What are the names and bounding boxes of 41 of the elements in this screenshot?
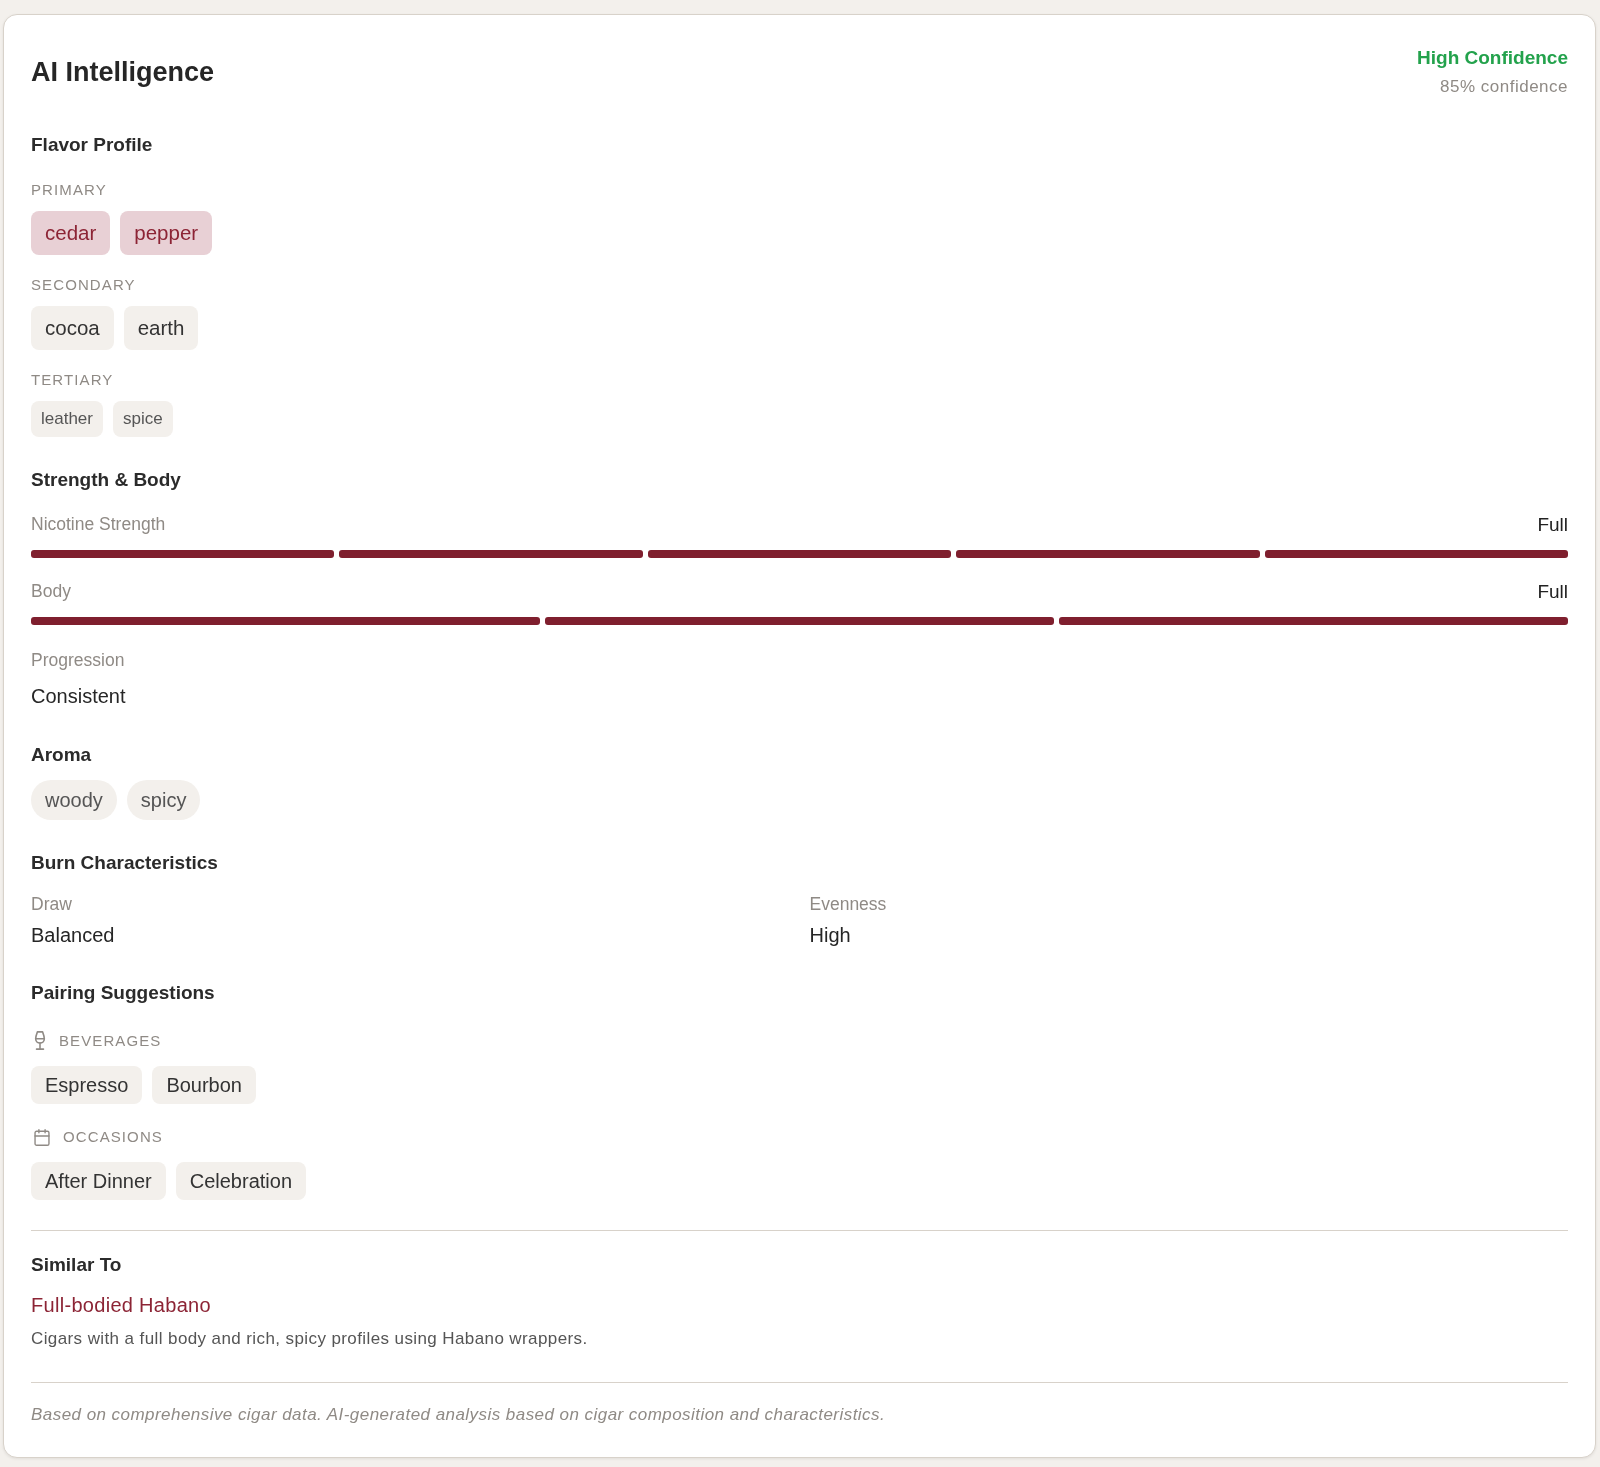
- aroma-tag: spicy: [126, 780, 201, 820]
- similar-style-name: Full-bodied Habano: [31, 1294, 212, 1317]
- meter-reading: Full: [1537, 514, 1568, 535]
- flavor-tag: leather: [31, 401, 103, 437]
- pairing-tag: After Dinner: [31, 1162, 166, 1200]
- confidence-label: High Confidence: [1417, 46, 1568, 69]
- pairing-tag: Celebration: [175, 1162, 306, 1200]
- similar-description: Cigars with a full body and rich, spicy profiles using Habano wrappers.: [31, 1328, 589, 1349]
- field-value: High: [809, 923, 851, 947]
- field-label: Progression: [31, 650, 126, 671]
- section-title: Similar To: [31, 1253, 123, 1276]
- tier-label: TERTIARY: [31, 371, 115, 389]
- footnote: Based on comprehensive cigar data. AI-generated analysis based on cigar composition and characteristics.: [31, 1404, 887, 1425]
- section-title: Strength & Body: [31, 468, 182, 491]
- field-label: Draw: [31, 894, 72, 915]
- tier-label: PRIMARY: [31, 181, 108, 199]
- confidence-score: 85% confidence: [1440, 76, 1568, 98]
- section-title: Flavor Profile: [31, 133, 154, 156]
- group-label: BEVERAGES: [59, 1031, 162, 1050]
- section-title: Burn Characteristics: [31, 851, 219, 874]
- section-title: Aroma: [31, 743, 93, 766]
- meter-label: Nicotine Strength: [31, 514, 166, 535]
- field-label: Evenness: [809, 894, 887, 915]
- aroma-tag: woody: [31, 780, 117, 820]
- group-label: OCCASIONS: [63, 1128, 163, 1146]
- flavor-tag: earth: [123, 306, 199, 350]
- flavor-tag: cocoa: [31, 306, 114, 350]
- flavor-tag: cedar: [31, 211, 111, 255]
- calendar-icon: [34, 1128, 50, 1146]
- field-value: Balanced: [31, 923, 115, 947]
- flavor-tag: spice: [113, 401, 173, 437]
- meter-reading: Full: [1537, 581, 1568, 602]
- pairing-tag: Espresso: [31, 1066, 143, 1104]
- section-title: Pairing Suggestions: [31, 981, 216, 1004]
- card-title: AI Intelligence: [31, 56, 215, 88]
- wine-glass-icon: [34, 1031, 46, 1050]
- pairing-tag: Bourbon: [152, 1066, 256, 1104]
- flavor-tag: pepper: [120, 211, 213, 255]
- meter-label: Body: [31, 581, 71, 602]
- tier-label: SECONDARY: [31, 276, 137, 294]
- field-value: Consistent: [31, 684, 127, 708]
